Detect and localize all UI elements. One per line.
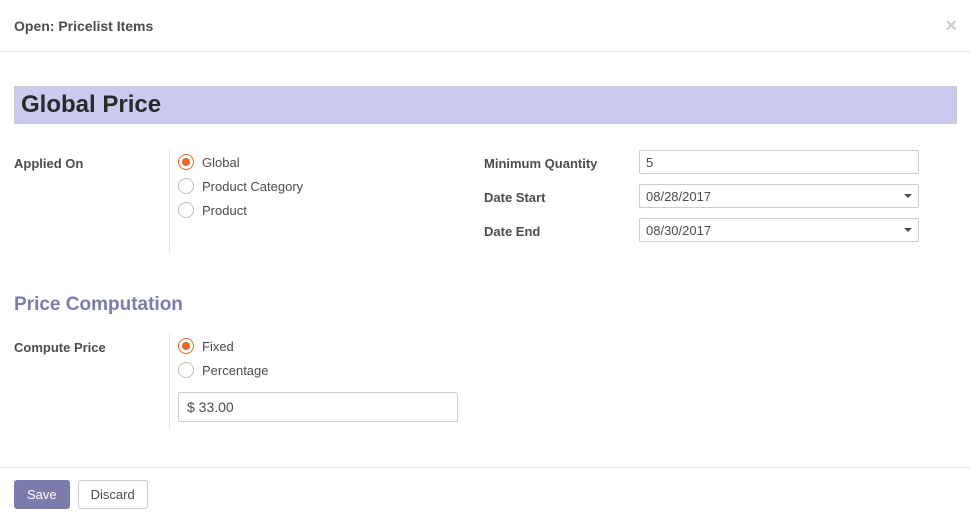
radio-label: Global (202, 155, 240, 170)
date-start-label: Date Start (484, 186, 639, 220)
caret-down-icon (904, 194, 912, 198)
dialog-footer: Save Discard (0, 467, 971, 521)
date-end-input[interactable]: 08/30/2017 (639, 218, 919, 242)
dialog-body: Applied On Global Product Category Produ… (0, 52, 971, 438)
radio-icon (178, 202, 194, 218)
date-start-value: 08/28/2017 (646, 189, 711, 204)
radio-label: Product (202, 203, 247, 218)
applied-on-label: Applied On (14, 152, 169, 186)
radio-icon (178, 154, 194, 170)
compute-price-label: Compute Price (14, 336, 169, 370)
date-end-label: Date End (484, 220, 639, 254)
dialog-header: Open: Pricelist Items × (0, 0, 971, 52)
min-qty-input[interactable] (639, 150, 919, 174)
radio-product[interactable]: Product (178, 198, 484, 222)
date-end-value: 08/30/2017 (646, 223, 711, 238)
name-input[interactable] (14, 86, 957, 124)
radio-product-category[interactable]: Product Category (178, 174, 484, 198)
radio-label: Percentage (202, 363, 269, 378)
caret-down-icon (904, 228, 912, 232)
radio-icon (178, 362, 194, 378)
price-computation-heading: Price Computation (14, 294, 957, 316)
radio-percentage[interactable]: Percentage (178, 358, 957, 382)
radio-label: Product Category (202, 179, 303, 194)
radio-icon (178, 338, 194, 354)
save-button[interactable]: Save (14, 480, 70, 509)
min-qty-label: Minimum Quantity (484, 152, 639, 186)
date-start-input[interactable]: 08/28/2017 (639, 184, 919, 208)
radio-global[interactable]: Global (178, 150, 484, 174)
fixed-price-input[interactable] (178, 392, 458, 422)
radio-fixed[interactable]: Fixed (178, 334, 957, 358)
discard-button[interactable]: Discard (78, 480, 148, 509)
radio-label: Fixed (202, 339, 234, 354)
close-icon[interactable]: × (945, 16, 957, 36)
dialog-title: Open: Pricelist Items (14, 18, 153, 34)
radio-icon (178, 178, 194, 194)
